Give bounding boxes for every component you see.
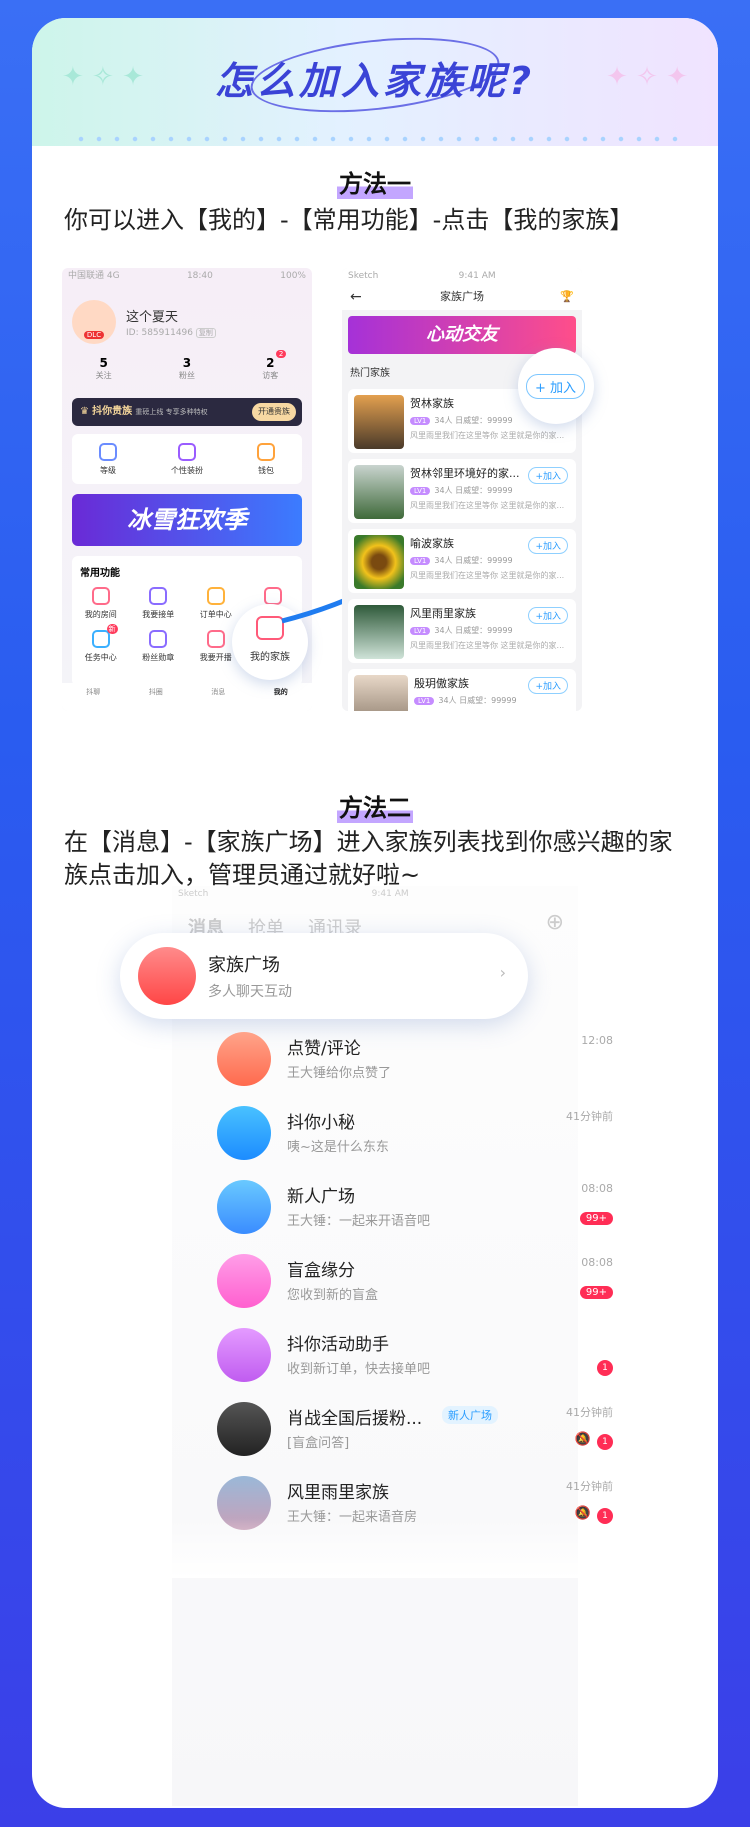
tag-badge: 新人广场: [442, 1406, 498, 1424]
unread-badge: 1: [597, 1360, 613, 1376]
plaza-banner[interactable]: 心动交友: [348, 316, 576, 354]
message-item[interactable]: 肖战全国后援粉... 新人广场 [盲盒问答] 41分钟前 🔕 1: [217, 1396, 613, 1470]
family-plaza-icon: [138, 947, 196, 1005]
method2-title: 方法二: [32, 788, 718, 823]
status-bar: Sketch 9:41 AM: [178, 889, 409, 899]
plaza-title: 家族广场: [440, 290, 484, 303]
join-highlight: + 加入: [518, 348, 594, 424]
plaza-entry-title: 家族广场: [208, 955, 280, 976]
family-card[interactable]: 风里雨里家族 LV1 34人 日威望：99999 风里雨里我们在这里等你 这里就是你的…: [348, 599, 576, 663]
join-button[interactable]: +加入: [528, 677, 568, 694]
family-card[interactable]: 贺林邻里环境好的家... LV1 34人 日威望：99999 风里雨里我们在这里等你 …: [348, 459, 576, 523]
message-item[interactable]: 新人广场 王大锤：一起来开语音吧 08:08 99+: [217, 1174, 613, 1248]
unread-badge: 99+: [579, 1212, 613, 1225]
chat-bubble-icon: [217, 1180, 271, 1234]
fade-overlay: [172, 1518, 578, 1578]
add-icon[interactable]: ⊕: [546, 910, 564, 935]
unread-badge: 1: [597, 1434, 613, 1450]
message-item[interactable]: 抖你小秘 咦~这是什么东东 41分钟前: [217, 1100, 613, 1174]
join-button[interactable]: +加入: [528, 537, 568, 554]
like-icon: [217, 1032, 271, 1086]
family-thumb: [354, 605, 404, 659]
family-thumb: [354, 395, 404, 449]
message-item[interactable]: 盲盒缘分 您收到新的盲盒 08:08 99+: [217, 1248, 613, 1322]
join-button[interactable]: +加入: [528, 467, 568, 484]
bell-icon: [217, 1328, 271, 1382]
message-item[interactable]: 点赞/评论 王大锤给你点赞了 12:08: [217, 1026, 613, 1100]
family-thumb: [354, 465, 404, 519]
avatar: [217, 1402, 271, 1456]
trophy-icon[interactable]: 🏆: [560, 284, 574, 310]
join-big-button[interactable]: + 加入: [526, 374, 586, 399]
status-bar: Sketch 9:41 AM: [342, 268, 582, 284]
family-card[interactable]: 喻波家族 LV1 34人 日威望：99999 风里雨里我们在这里等你 这里就是你的家.…: [348, 529, 576, 593]
mute-bell-icon: 🔕: [574, 1432, 591, 1447]
family-thumb: [354, 535, 404, 589]
chevron-right-icon: ›: [499, 963, 506, 982]
join-button[interactable]: +加入: [528, 607, 568, 624]
secretary-avatar: [217, 1106, 271, 1160]
method2-desc: 在【消息】-【家族广场】进入家族列表找到你感兴趣的家族点击加入，管理员通过就好啦…: [64, 828, 673, 889]
plaza-entry-sub: 多人聊天互动: [208, 984, 292, 1000]
family-plaza-entry[interactable]: 家族广场 多人聊天互动 ›: [120, 933, 528, 1019]
unread-badge: 1: [597, 1508, 613, 1524]
family-card[interactable]: 殷玥傲家族 LV1 34人 日威望：99999 +加入: [348, 669, 576, 711]
plaza-screenshot: Sketch 9:41 AM ← 家族广场 🏆 心动交友 热门家族 贺林家族 LV1…: [342, 268, 582, 711]
plaza-navbar: ← 家族广场 🏆: [342, 284, 582, 310]
back-arrow-icon[interactable]: ←: [350, 284, 362, 310]
gift-box-icon: [217, 1254, 271, 1308]
family-thumb: [354, 675, 408, 711]
unread-badge: 99+: [579, 1286, 613, 1299]
message-item[interactable]: 抖你活动助手 收到新订单，快去接单吧 1: [217, 1322, 613, 1396]
guide-card: ✦ ✧ ✦ ✦ ✧ ✦ 怎么加入家族呢? 方法一 你可以进入【我的】-【常用功能…: [32, 18, 718, 1808]
